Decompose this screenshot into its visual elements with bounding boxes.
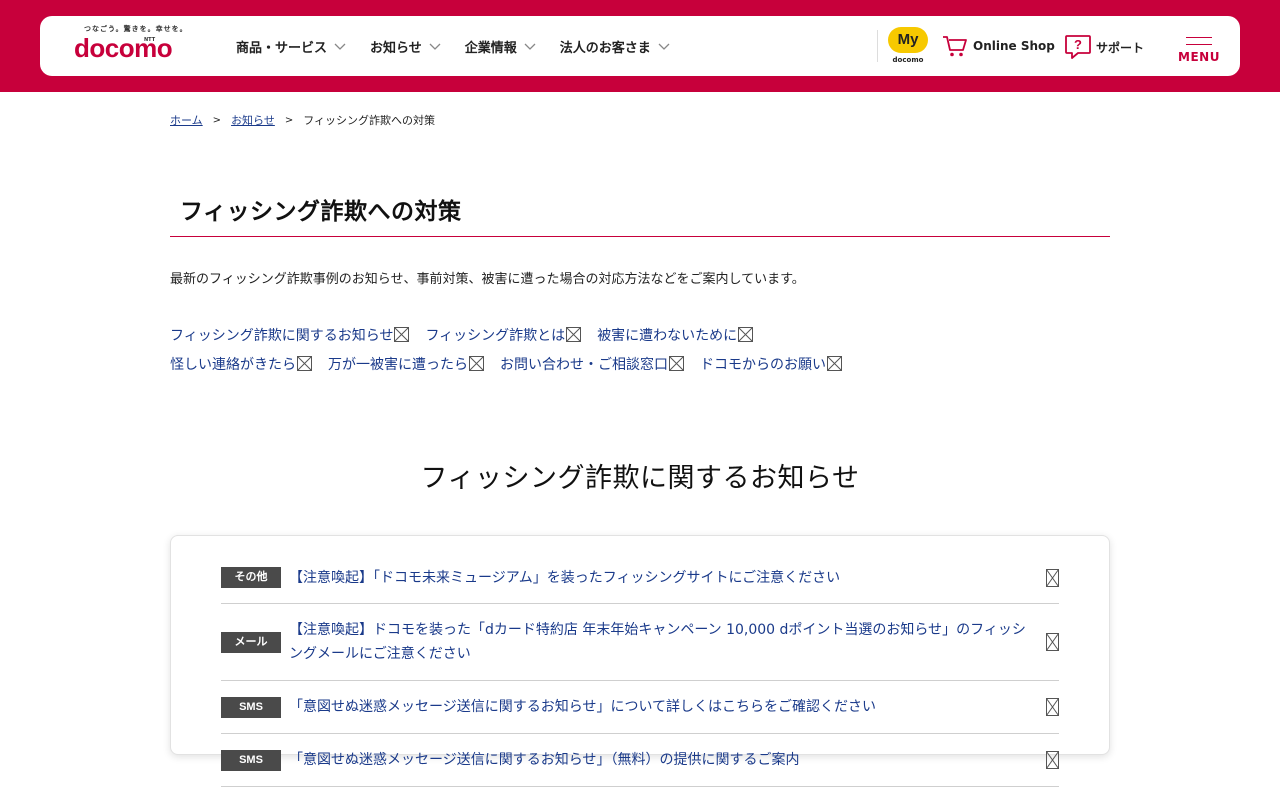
news-link[interactable]: 【注意喚起】ドコモを装った「dカード特約店 年末年始キャンペーン 10,000 … [289, 618, 1029, 666]
online-shop-link[interactable]: Online Shop [942, 34, 1055, 58]
breadcrumb-home[interactable]: ホーム [170, 112, 203, 128]
nav-label: お知らせ [370, 40, 422, 56]
news-section-title: フィッシング詐欺に関するお知らせ [420, 463, 860, 494]
online-shop-label: Online Shop [973, 39, 1055, 53]
global-header: つなごう。驚きを。幸せを。 NTT docomo 商品・サービス お知らせ 企業… [40, 16, 1240, 76]
list-item[interactable]: SMS 「意図せぬ迷惑メッセージ送信に関するお知らせ」について詳しくはこちらをご… [221, 681, 1059, 734]
nav-products[interactable]: 商品・サービス [236, 37, 346, 56]
anchor-link-about[interactable]: フィッシング詐欺とは [425, 325, 582, 345]
help-bubble-icon: ? [1065, 35, 1091, 59]
header-divider [877, 30, 878, 62]
nav-corporate[interactable]: 企業情報 [465, 37, 536, 56]
anchor-label: フィッシング詐欺に関するお知らせ [170, 327, 394, 344]
anchor-link-victim[interactable]: 万が一被害に遭ったら [328, 354, 484, 374]
nav-news[interactable]: お知らせ [370, 37, 441, 56]
anchor-down-icon [566, 327, 582, 342]
support-link[interactable]: ? サポート [1064, 34, 1144, 60]
list-item[interactable]: メール 【注意喚起】ドコモを装った「dカード特約店 年末年始キャンペーン 10,… [221, 604, 1059, 681]
anchor-label: お問い合わせ・ご相談窓口 [500, 356, 668, 373]
external-link-icon [1046, 633, 1059, 651]
chevron-down-icon [429, 43, 441, 50]
anchor-down-icon [738, 327, 754, 342]
anchor-link-news[interactable]: フィッシング詐欺に関するお知らせ [170, 325, 410, 345]
category-tag: メール [221, 631, 281, 653]
anchor-link-suspicious[interactable]: 怪しい連絡がきたら [170, 354, 312, 374]
nav-business[interactable]: 法人のお客さま [560, 37, 670, 56]
cart-icon [943, 36, 967, 57]
global-nav: 商品・サービス お知らせ 企業情報 法人のお客さま [236, 16, 694, 76]
external-link-icon [1046, 751, 1059, 769]
menu-button[interactable]: MENU [1178, 34, 1220, 64]
anchor-link-request[interactable]: ドコモからのお願い [700, 354, 842, 374]
anchor-down-icon [669, 356, 684, 371]
anchor-down-icon [469, 356, 484, 371]
anchor-label: ドコモからのお願い [700, 356, 826, 373]
lead-text: 最新のフィッシング詐欺事例のお知らせ、事前対策、被害に遭った場合の対応方法などを… [170, 272, 805, 287]
breadcrumb-separator: > [212, 114, 222, 126]
category-tag: SMS [221, 749, 281, 771]
hamburger-icon [1186, 37, 1212, 45]
breadcrumb-news[interactable]: お知らせ [231, 112, 275, 128]
category-tag: SMS [221, 696, 281, 718]
anchor-down-icon [827, 356, 842, 371]
list-item[interactable]: その他 【注意喚起】「ドコモ未来ミュージアム」を装ったフィッシングサイトにご注意… [221, 552, 1059, 604]
logo-wordmark: docomo [74, 33, 173, 63]
docomo-logo[interactable]: つなごう。驚きを。幸せを。 NTT docomo [74, 24, 204, 68]
anchor-label: 万が一被害に遭ったら [328, 356, 468, 373]
nav-label: 企業情報 [464, 40, 517, 56]
breadcrumb-current: フィッシング詐欺への対策 [303, 114, 436, 127]
chevron-down-icon [524, 43, 536, 50]
mydocomo-sub: docomo [892, 56, 924, 64]
breadcrumb: ホーム > お知らせ > フィッシング詐欺への対策 [170, 112, 435, 128]
anchor-label: 怪しい連絡がきたら [170, 356, 296, 373]
category-tag: その他 [221, 567, 281, 588]
svg-text:?: ? [1074, 37, 1082, 52]
chevron-down-icon [658, 43, 670, 50]
support-label: サポート [1096, 40, 1145, 55]
mydocomo-button[interactable]: My docomo [888, 27, 928, 67]
menu-label: MENU [1178, 50, 1220, 64]
nav-label: 商品・サービス [236, 40, 328, 56]
anchor-down-icon [297, 356, 312, 371]
title-divider [170, 236, 1110, 237]
list-item[interactable]: SMS 「意図せぬ迷惑メッセージ送信に関するお知らせ」（無料）の提供に関するご案… [221, 734, 1059, 787]
page-title: フィッシング詐欺への対策 [180, 199, 462, 225]
news-link[interactable]: 【注意喚起】「ドコモ未来ミュージアム」を装ったフィッシングサイトにご注意ください [289, 566, 1029, 590]
anchor-label: フィッシング詐欺とは [425, 327, 566, 344]
chevron-down-icon [334, 43, 346, 50]
anchor-link-prevent[interactable]: 被害に遭わないために [597, 325, 754, 345]
anchor-link-contact[interactable]: お問い合わせ・ご相談窓口 [500, 354, 684, 374]
anchor-label: 被害に遭わないために [597, 327, 738, 344]
news-link[interactable]: 「意図せぬ迷惑メッセージ送信に関するお知らせ」（無料）の提供に関するご案内 [289, 748, 1029, 772]
anchor-links: フィッシング詐欺に関するお知らせ フィッシング詐欺とは 被害に遭わないために 怪… [170, 320, 1110, 378]
news-link[interactable]: 「意図せぬ迷惑メッセージ送信に関するお知らせ」について詳しくはこちらをご確認くだ… [289, 695, 1029, 719]
breadcrumb-separator: > [284, 114, 294, 126]
anchor-down-icon [394, 327, 410, 342]
external-link-icon [1046, 568, 1059, 587]
nav-label: 法人のお客さま [559, 40, 651, 56]
mydocomo-badge: My [888, 27, 928, 53]
external-link-icon [1046, 698, 1059, 716]
news-list: その他 【注意喚起】「ドコモ未来ミュージアム」を装ったフィッシングサイトにご注意… [221, 552, 1059, 787]
